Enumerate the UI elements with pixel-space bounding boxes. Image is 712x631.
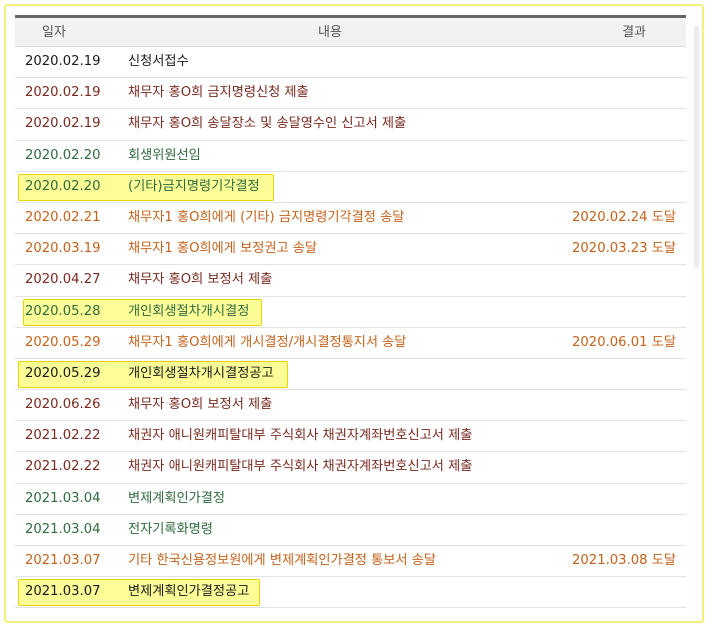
table-row: 2020.02.20 (기타)금지명령기각결정 bbox=[15, 172, 686, 203]
row-date: 2020.05.28 bbox=[25, 303, 101, 319]
row-date: 2020.03.19 bbox=[25, 241, 101, 257]
table-row: 2021.02.22 채권자 애니원캐피탈대부 주식회사 채권자계좌번호신고서 제… bbox=[15, 421, 686, 453]
row-date: 2021.03.07 bbox=[25, 553, 101, 568]
row-date: 2020.02.21 bbox=[25, 209, 101, 225]
row-content: 변제계획인가결정공고 bbox=[128, 584, 250, 600]
table-row: 2020.02.19 채무자 홍O희 송달장소 및 송달영수인 신고서 제출 bbox=[15, 109, 686, 141]
table-row: 2020.02.21 채무자1 홍O희에게 (기타) 금지명령기각결정 송달 202… bbox=[15, 203, 686, 235]
row-content: 신청서접수 bbox=[128, 54, 189, 69]
table-row: 2020.05.28 개인회생절차개시결정 bbox=[15, 297, 686, 328]
header-result: 결과 bbox=[622, 25, 646, 40]
row-date: 2020.02.19 bbox=[25, 116, 101, 132]
table-row: 2020.02.20 회생위원선임 bbox=[15, 141, 686, 172]
case-history-table: 일자 내용 결과 2020.02.19 신청서접수 2020.02.19 채무자 홍O… bbox=[15, 15, 686, 609]
row-date: 2021.03.04 bbox=[25, 490, 101, 506]
table-row: 2020.06.26 채무자 홍O희 보정서 제출 bbox=[15, 390, 686, 422]
row-date: 2021.03.04 bbox=[25, 521, 101, 537]
table-row: 2020.03.19 채무자1 홍O희에게 보정권고 송달 2020.03.23 도… bbox=[15, 234, 686, 266]
table-header: 일자 내용 결과 bbox=[15, 15, 686, 47]
row-result: 2020.06.01 도달 bbox=[572, 334, 676, 350]
row-content: 채무자 홍O희 보정서 제출 bbox=[128, 397, 273, 413]
row-date: 2020.05.29 bbox=[25, 365, 101, 381]
table-row: 2021.03.04 전자기록화명령 bbox=[15, 515, 686, 546]
row-content: 채무자1 홍O희에게 개시결정/개시결정통지서 송달 bbox=[128, 334, 407, 350]
row-result: 2020.02.24 도달 bbox=[572, 209, 676, 225]
row-content: 채무자 홍O희 보정서 제출 bbox=[128, 272, 273, 288]
table-row: 2020.05.29 채무자1 홍O희에게 개시결정/개시결정통지서 송달 2020… bbox=[15, 328, 686, 359]
row-content: 채무자 홍O희 송달장소 및 송달영수인 신고서 제출 bbox=[128, 116, 407, 132]
table-row: 2021.03.07 변제계획인가결정공고 bbox=[15, 577, 686, 609]
row-content: 전자기록화명령 bbox=[128, 521, 213, 537]
row-content: (기타)금지명령기각결정 bbox=[128, 178, 260, 194]
row-date: 2020.02.20 bbox=[25, 178, 101, 194]
row-content: 개인회생절차개시결정공고 bbox=[128, 365, 274, 381]
row-date: 2020.02.19 bbox=[25, 54, 101, 69]
row-date: 2020.06.26 bbox=[25, 397, 101, 413]
table-body: 2020.02.19 신청서접수 2020.02.19 채무자 홍O희 금지명령신청 … bbox=[15, 47, 686, 609]
row-content: 변제계획인가결정 bbox=[128, 490, 226, 506]
row-date: 2021.02.22 bbox=[25, 459, 101, 475]
row-content: 채무자1 홍O희에게 보정권고 송달 bbox=[128, 241, 318, 257]
table-row: 2021.03.07 기타 한국신용정보원에게 변제계획인가결정 통보서 송달 20… bbox=[15, 546, 686, 578]
scrollbar[interactable] bbox=[694, 26, 699, 268]
row-content: 채권자 애니원캐피탈대부 주식회사 채권자계좌번호신고서 제출 bbox=[128, 428, 473, 444]
row-date: 2020.02.20 bbox=[25, 147, 101, 163]
row-result: 2020.03.23 도달 bbox=[572, 241, 676, 257]
header-content: 내용 bbox=[318, 25, 342, 40]
table-row: 2020.02.19 신청서접수 bbox=[15, 47, 686, 79]
row-date: 2020.02.19 bbox=[25, 85, 101, 101]
row-result: 2021.03.08 도달 bbox=[572, 553, 676, 568]
row-content: 기타 한국신용정보원에게 변제계획인가결정 통보서 송달 bbox=[128, 553, 436, 568]
table-row: 2020.05.29 개인회생절차개시결정공고 bbox=[15, 359, 686, 391]
header-date: 일자 bbox=[42, 25, 66, 40]
row-date: 2021.03.07 bbox=[25, 584, 101, 600]
table-row: 2021.03.04 변제계획인가결정 bbox=[15, 484, 686, 515]
row-content: 회생위원선임 bbox=[128, 147, 201, 163]
table-row: 2020.04.27 채무자 홍O희 보정서 제출 bbox=[15, 265, 686, 297]
row-date: 2021.02.22 bbox=[25, 428, 101, 444]
row-content: 채무자 홍O희 금지명령신청 제출 bbox=[128, 85, 309, 101]
row-content: 채무자1 홍O희에게 (기타) 금지명령기각결정 송달 bbox=[128, 209, 405, 225]
row-content: 채권자 애니원캐피탈대부 주식회사 채권자계좌번호신고서 제출 bbox=[128, 459, 473, 475]
row-date: 2020.05.29 bbox=[25, 334, 101, 350]
table-row: 2020.02.19 채무자 홍O희 금지명령신청 제출 bbox=[15, 78, 686, 110]
row-content: 개인회생절차개시결정 bbox=[128, 303, 250, 319]
table-row: 2021.02.22 채권자 애니원캐피탈대부 주식회사 채권자계좌번호신고서 제… bbox=[15, 452, 686, 484]
row-date: 2020.04.27 bbox=[25, 272, 101, 288]
